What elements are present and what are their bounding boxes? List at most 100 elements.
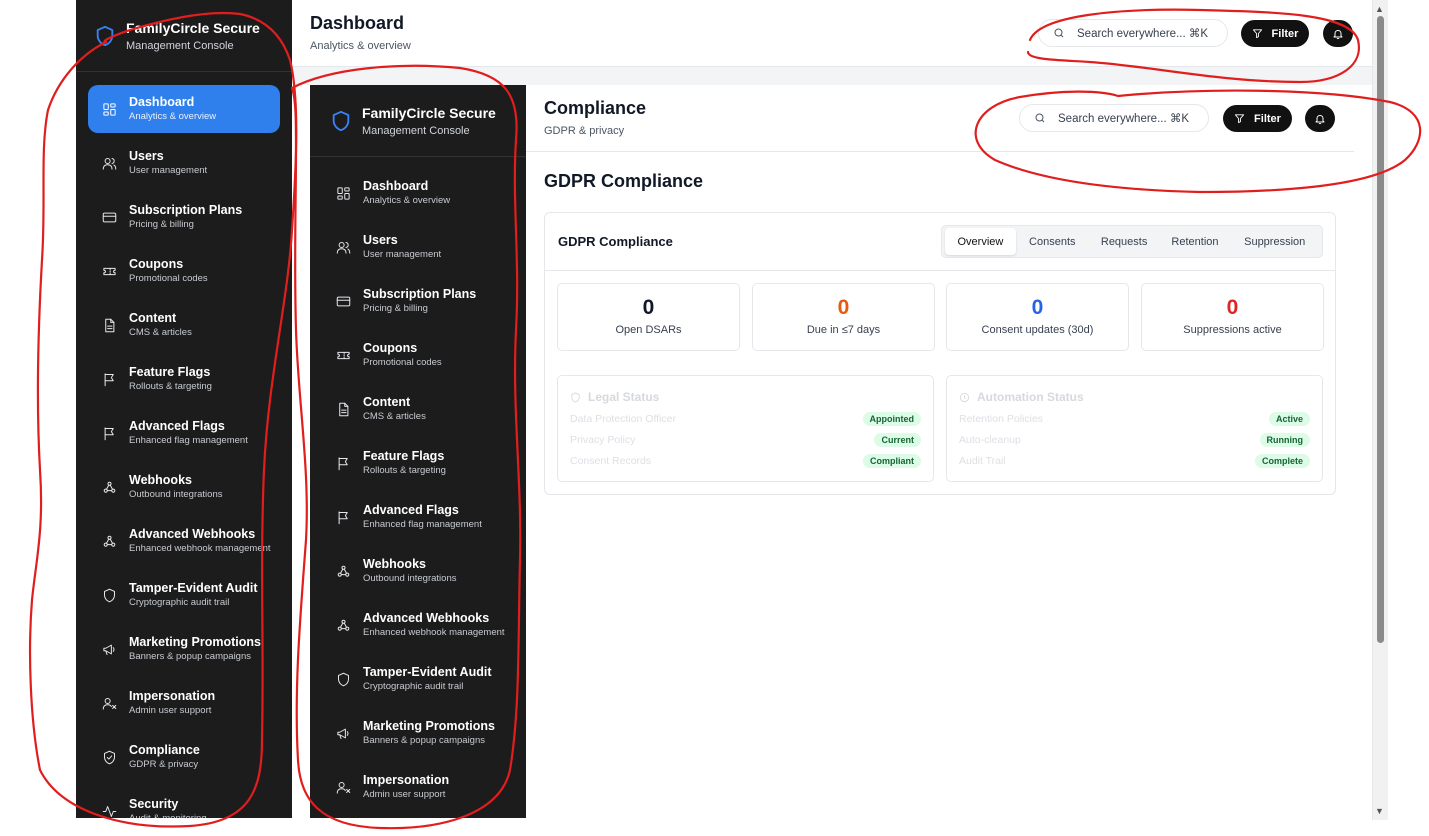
sidebar-item-label: Coupons	[129, 257, 184, 271]
flag-icon	[101, 425, 117, 441]
dashboard-icon	[335, 185, 351, 201]
panel-header: Legal Status	[570, 390, 659, 404]
sidebar-item-tamper-evident-audit[interactable]: Tamper-Evident Audit Cryptographic audit …	[88, 571, 280, 619]
flag-icon	[101, 371, 117, 387]
search-input[interactable]: Search everywhere... ⌘K	[1019, 104, 1209, 132]
tab-suppression[interactable]: Suppression	[1230, 228, 1319, 255]
document-icon	[101, 317, 117, 333]
webhook-icon	[335, 563, 351, 579]
scroll-down-arrow[interactable]: ▼	[1375, 806, 1384, 816]
sidebar-item-advanced-webhooks[interactable]: Advanced Webhooks Enhanced webhook manage…	[322, 601, 514, 649]
sidebar-brand[interactable]: FamilyCircle Secure Management Console	[310, 85, 526, 157]
sidebar-item-marketing-promotions[interactable]: Marketing Promotions Banners & popup camp…	[88, 625, 280, 673]
stat-label: Open DSARs	[615, 324, 682, 336]
stat-suppressions: 0 Suppressions active	[1141, 283, 1324, 351]
sidebar-item-marketing-promotions[interactable]: Marketing Promotions Banners & popup camp…	[322, 709, 514, 757]
sidebar-item-compliance[interactable]: Compliance GDPR & privacy	[88, 733, 280, 781]
sidebar-item-webhooks[interactable]: Webhooks Outbound integrations	[322, 547, 514, 595]
sidebar-item-label: Content	[363, 395, 411, 409]
sidebar-item-label: Marketing Promotions	[129, 635, 261, 649]
page-title: Compliance	[544, 98, 647, 118]
sidebar-item-label: Subscription Plans	[363, 287, 477, 301]
panel-header: Automation Status	[959, 390, 1084, 404]
status-label: Data Protection Officer	[570, 413, 677, 425]
notifications-button[interactable]	[1305, 105, 1335, 132]
users-icon	[101, 155, 117, 171]
status-row: Auto-cleanup Running	[959, 432, 1310, 448]
sidebar-item-subtitle: Enhanced flag management	[363, 519, 482, 530]
sidebar-item-subtitle: User management	[129, 165, 208, 176]
sidebar-item-coupons[interactable]: Coupons Promotional codes	[88, 247, 280, 295]
filter-icon	[1252, 29, 1262, 39]
status-row: Consent Records Compliant	[570, 453, 921, 469]
sidebar-item-dashboard[interactable]: Dashboard Analytics & overview	[88, 85, 280, 133]
sidebar-item-users[interactable]: Users User management	[88, 139, 280, 187]
filter-button[interactable]: Filter	[1241, 20, 1309, 47]
filter-button[interactable]: Filter	[1223, 105, 1292, 132]
sidebar-item-subtitle: Banners & popup campaigns	[363, 735, 485, 746]
automation-status-panel: Automation Status Retention Policies Act…	[946, 375, 1323, 482]
sidebar-item-label: Users	[363, 233, 398, 247]
search-placeholder: Search everywhere... ⌘K	[1058, 113, 1190, 125]
tab-requests[interactable]: Requests	[1089, 228, 1160, 255]
sidebar-nav: Dashboard Analytics & overview Users User m…	[310, 157, 526, 811]
brand-subtitle: Management Console	[362, 124, 470, 137]
sidebar-item-subtitle: Banners & popup campaigns	[129, 651, 251, 662]
status-label: Audit Trail	[959, 455, 1006, 467]
scrollbar-thumb[interactable]	[1377, 16, 1384, 643]
sidebar-item-coupons[interactable]: Coupons Promotional codes	[322, 331, 514, 379]
sidebar-brand[interactable]: FamilyCircle Secure Management Console	[76, 0, 292, 72]
sidebar-item-subscription-plans[interactable]: Subscription Plans Pricing & billing	[88, 193, 280, 241]
filter-icon	[1234, 114, 1245, 124]
stat-value: 0	[642, 296, 655, 319]
sidebar-item-subtitle: Audit & monitoring	[129, 813, 207, 818]
megaphone-icon	[335, 725, 351, 741]
shield-logo-icon	[332, 110, 350, 131]
sidebar-item-content[interactable]: Content CMS & articles	[88, 301, 280, 349]
sidebar-item-security[interactable]: Security Audit & monitoring	[88, 787, 280, 818]
sidebar-item-subtitle: Cryptographic audit trail	[363, 681, 464, 692]
sidebar-item-feature-flags[interactable]: Feature Flags Rollouts & targeting	[322, 439, 514, 487]
stat-consent-updates: 0 Consent updates (30d)	[946, 283, 1129, 351]
card-divider	[545, 270, 1335, 271]
tab-consents[interactable]: Consents	[1016, 228, 1089, 255]
sidebar-item-label: Users	[129, 149, 164, 163]
sidebar-item-impersonation[interactable]: Impersonation Admin user support	[322, 763, 514, 811]
document-icon	[335, 401, 351, 417]
sidebar-item-users[interactable]: Users User management	[322, 223, 514, 271]
sidebar-item-label: Tamper-Evident Audit	[129, 581, 258, 595]
shield-icon	[335, 671, 351, 687]
sidebar-item-subscription-plans[interactable]: Subscription Plans Pricing & billing	[322, 277, 514, 325]
search-input[interactable]: Search everywhere... ⌘K	[1038, 19, 1228, 47]
sidebar-item-label: Advanced Webhooks	[129, 527, 256, 541]
sidebar-item-impersonation[interactable]: Impersonation Admin user support	[88, 679, 280, 727]
status-row: Audit Trail Complete	[959, 453, 1310, 469]
status-badge: Compliant	[863, 454, 921, 468]
outer-sidebar: FamilyCircle Secure Management Console D…	[76, 0, 292, 818]
sidebar-item-label: Webhooks	[129, 473, 192, 487]
sidebar-item-label: Security	[129, 797, 179, 811]
sidebar-item-tamper-evident-audit[interactable]: Tamper-Evident Audit Cryptographic audit …	[322, 655, 514, 703]
sidebar-item-dashboard[interactable]: Dashboard Analytics & overview	[322, 169, 514, 217]
scroll-up-arrow[interactable]: ▲	[1375, 4, 1384, 14]
status-badge: Running	[1259, 433, 1310, 447]
sidebar-item-label: Content	[129, 311, 177, 325]
sidebar-item-content[interactable]: Content CMS & articles	[322, 385, 514, 433]
brand-title: FamilyCircle Secure	[362, 104, 496, 121]
sidebar-item-label: Impersonation	[363, 773, 450, 787]
stat-label: Consent updates (30d)	[981, 324, 1094, 336]
sidebar-item-label: Advanced Webhooks	[363, 611, 490, 625]
sidebar-item-label: Feature Flags	[363, 449, 445, 463]
sidebar-item-advanced-flags[interactable]: Advanced Flags Enhanced flag management	[88, 409, 280, 457]
sidebar-item-webhooks[interactable]: Webhooks Outbound integrations	[88, 463, 280, 511]
webhook-icon	[335, 617, 351, 633]
notifications-button[interactable]	[1323, 20, 1353, 47]
tab-retention[interactable]: Retention	[1160, 228, 1231, 255]
flag-icon	[335, 509, 351, 525]
sidebar-item-feature-flags[interactable]: Feature Flags Rollouts & targeting	[88, 355, 280, 403]
sidebar-item-label: Advanced Flags	[129, 419, 225, 433]
brand-title: FamilyCircle Secure	[126, 19, 260, 36]
sidebar-item-advanced-webhooks[interactable]: Advanced Webhooks Enhanced webhook manage…	[88, 517, 280, 565]
tab-overview[interactable]: Overview	[945, 228, 1016, 255]
sidebar-item-advanced-flags[interactable]: Advanced Flags Enhanced flag management	[322, 493, 514, 541]
